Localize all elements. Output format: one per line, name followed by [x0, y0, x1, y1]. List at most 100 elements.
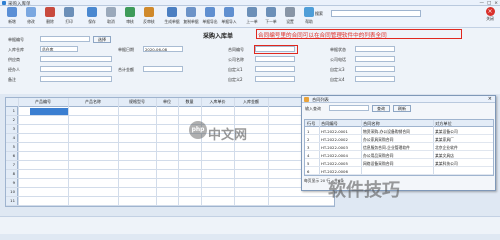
doc-no-field[interactable] — [40, 36, 90, 42]
maximize-button[interactable]: □ — [487, 1, 491, 6]
dialog-title: 合同列表 — [302, 96, 495, 103]
row-number: 1 — [6, 107, 18, 115]
custom1-field[interactable] — [255, 66, 295, 72]
warehouse-select[interactable]: 总仓库 — [40, 46, 78, 52]
toolbar-icon-5 — [87, 7, 97, 17]
toolbar-button-12[interactable]: 单据导入 — [220, 7, 238, 26]
table-row[interactable]: 1 — [6, 107, 334, 116]
grid-column-header[interactable]: 数量 — [178, 99, 201, 105]
custom1-label: 自定义1 — [228, 67, 243, 72]
toolbar-button-11[interactable]: 单据导出 — [201, 7, 219, 26]
contract-row[interactable]: 2 HT-2022-0002 办公家具采购合同 某某家具厂 — [305, 135, 493, 143]
footer-panel — [0, 216, 500, 234]
toolbar-button-8[interactable]: 反审核 — [140, 7, 158, 26]
contract-table[interactable]: 行号 合同编号 合同名称 对方单位 1 HT-2022-0001 物资采购-办公设备购销合… — [304, 119, 494, 176]
toolbar-button-7[interactable]: 审核 — [121, 7, 139, 26]
dialog-search-input[interactable] — [329, 105, 369, 111]
line-items-grid[interactable]: 产品编号 产品名称 规格型号 单位 数量 入库单价 入库金额 1 2 3 4 5 6 7 8 9 10 11 — [5, 97, 335, 207]
custom4-label: 自定义4 — [330, 77, 345, 82]
toolbar-label: 单据导出 — [202, 19, 218, 24]
toolbar-icon-11 — [205, 7, 215, 17]
contract-row[interactable]: 6 HT-2022-0006 — [305, 167, 493, 175]
grid-column-header[interactable]: 入库金额 — [234, 99, 268, 105]
grid-column-header[interactable]: 产品编号 — [18, 99, 68, 105]
table-row[interactable]: 4 — [6, 134, 334, 143]
dialog-query-button[interactable]: 查询 — [372, 105, 390, 112]
table-row[interactable]: 3 — [6, 125, 334, 134]
grid-header: 产品编号 产品名称 规格型号 单位 数量 入库单价 入库金额 — [6, 98, 334, 107]
table-row[interactable]: 10 — [6, 188, 334, 197]
custom4-field[interactable] — [355, 76, 395, 82]
toolbar-icon-2 — [26, 7, 36, 17]
contract-row[interactable]: 5 HT-2022-0005 网络设备采购合同 某某科技公司 — [305, 159, 493, 167]
close-window-button[interactable]: × — [494, 1, 498, 6]
remark-label: 备注 — [8, 77, 16, 82]
table-row[interactable]: 11 — [6, 197, 334, 206]
minimize-button[interactable]: — — [479, 1, 484, 6]
supplier-field[interactable] — [40, 56, 112, 62]
toolbar-button-4[interactable]: 打印 — [60, 7, 78, 26]
toolbar-icon-3 — [45, 7, 55, 17]
close-button[interactable]: × 关闭 — [483, 7, 497, 25]
custom2-label: 自定义2 — [228, 77, 243, 82]
grid-column-header[interactable]: 产品名称 — [68, 99, 118, 105]
toolbar-icon-10 — [186, 7, 196, 17]
row-number: 7 — [6, 161, 18, 169]
total-field[interactable] — [143, 66, 183, 72]
search-input[interactable] — [331, 10, 421, 17]
row-number: 10 — [6, 188, 18, 196]
dialog-refresh-button[interactable]: 刷新 — [393, 105, 411, 112]
toolbar-button-9[interactable]: 生成单据 — [163, 7, 181, 26]
table-row[interactable]: 2 — [6, 116, 334, 125]
toolbar-button-10[interactable]: 复制单据 — [182, 7, 200, 26]
table-row[interactable]: 6 — [6, 152, 334, 161]
php-watermark: 中文网 — [208, 128, 248, 143]
table-row[interactable]: 5 — [6, 143, 334, 152]
toolbar-button-6[interactable]: 取消 — [102, 7, 120, 26]
grid-column-header[interactable]: 规格型号 — [118, 99, 156, 105]
toolbar-button-3[interactable]: 删除 — [41, 7, 59, 26]
handler-label: 经办人 — [8, 67, 20, 72]
toolbar-label: 帮助 — [305, 19, 313, 24]
toolbar-label: 上一单 — [246, 19, 258, 24]
toolbar-icon-14 — [266, 7, 276, 17]
table-row[interactable]: 9 — [6, 179, 334, 188]
contract-cell-no: 1 — [307, 128, 310, 134]
toolbar-button-14[interactable]: 下一单 — [262, 7, 280, 26]
contract-cell-no: 5 — [307, 160, 310, 166]
select-button[interactable]: 选择 — [93, 36, 111, 43]
status-field[interactable] — [355, 46, 395, 52]
toolbar-button-5[interactable]: 保存 — [83, 7, 101, 26]
contract-row[interactable]: 4 HT-2022-0004 办公用品采购合同 某某文具店 — [305, 151, 493, 159]
contact-field[interactable] — [355, 56, 395, 62]
grid-column-header[interactable]: 入库单价 — [201, 99, 234, 105]
contract-no-label: 合同编号 — [228, 47, 244, 52]
grid-column-header[interactable]: 单位 — [156, 99, 178, 105]
dialog-icon — [304, 97, 309, 102]
handler-field[interactable] — [40, 66, 112, 72]
row-number: 4 — [6, 134, 18, 142]
remark-field[interactable] — [40, 76, 112, 82]
contract-cell-code: HT-2022-0002 — [321, 136, 348, 142]
custom2-field[interactable] — [255, 76, 295, 82]
toolbar-button-13[interactable]: 上一单 — [243, 7, 261, 26]
toolbar-label: 取消 — [107, 19, 115, 24]
toolbar-button-1[interactable]: 新增 — [3, 7, 21, 26]
dialog-close-icon[interactable]: × — [488, 96, 492, 103]
contract-cell-party: 某某科技公司 — [435, 160, 458, 166]
toolbar-label: 反审核 — [143, 19, 155, 24]
company-field[interactable] — [255, 56, 295, 62]
custom3-field[interactable] — [355, 66, 395, 72]
dialog-search-label: 输入查询 — [305, 106, 321, 111]
table-row[interactable]: 8 — [6, 170, 334, 179]
contract-row[interactable]: 3 HT-2022-0003 信息服务合同-企业管理软件 北京企业软件 — [305, 143, 493, 151]
toolbar-button-2[interactable]: 修改 — [22, 7, 40, 26]
toolbar-label: 单据导入 — [221, 19, 237, 24]
contract-cell-no: 6 — [307, 168, 310, 174]
toolbar-button-15[interactable]: 设置 — [281, 7, 299, 26]
contract-cell-code: HT-2022-0001 — [321, 128, 348, 134]
toolbar-label: 打印 — [65, 19, 73, 24]
contract-row[interactable]: 1 HT-2022-0001 物资采购-办公设备购销合同 某某设备公司 — [305, 127, 493, 135]
table-row[interactable]: 7 — [6, 161, 334, 170]
date-field[interactable]: 2020-06-08 — [143, 46, 183, 52]
